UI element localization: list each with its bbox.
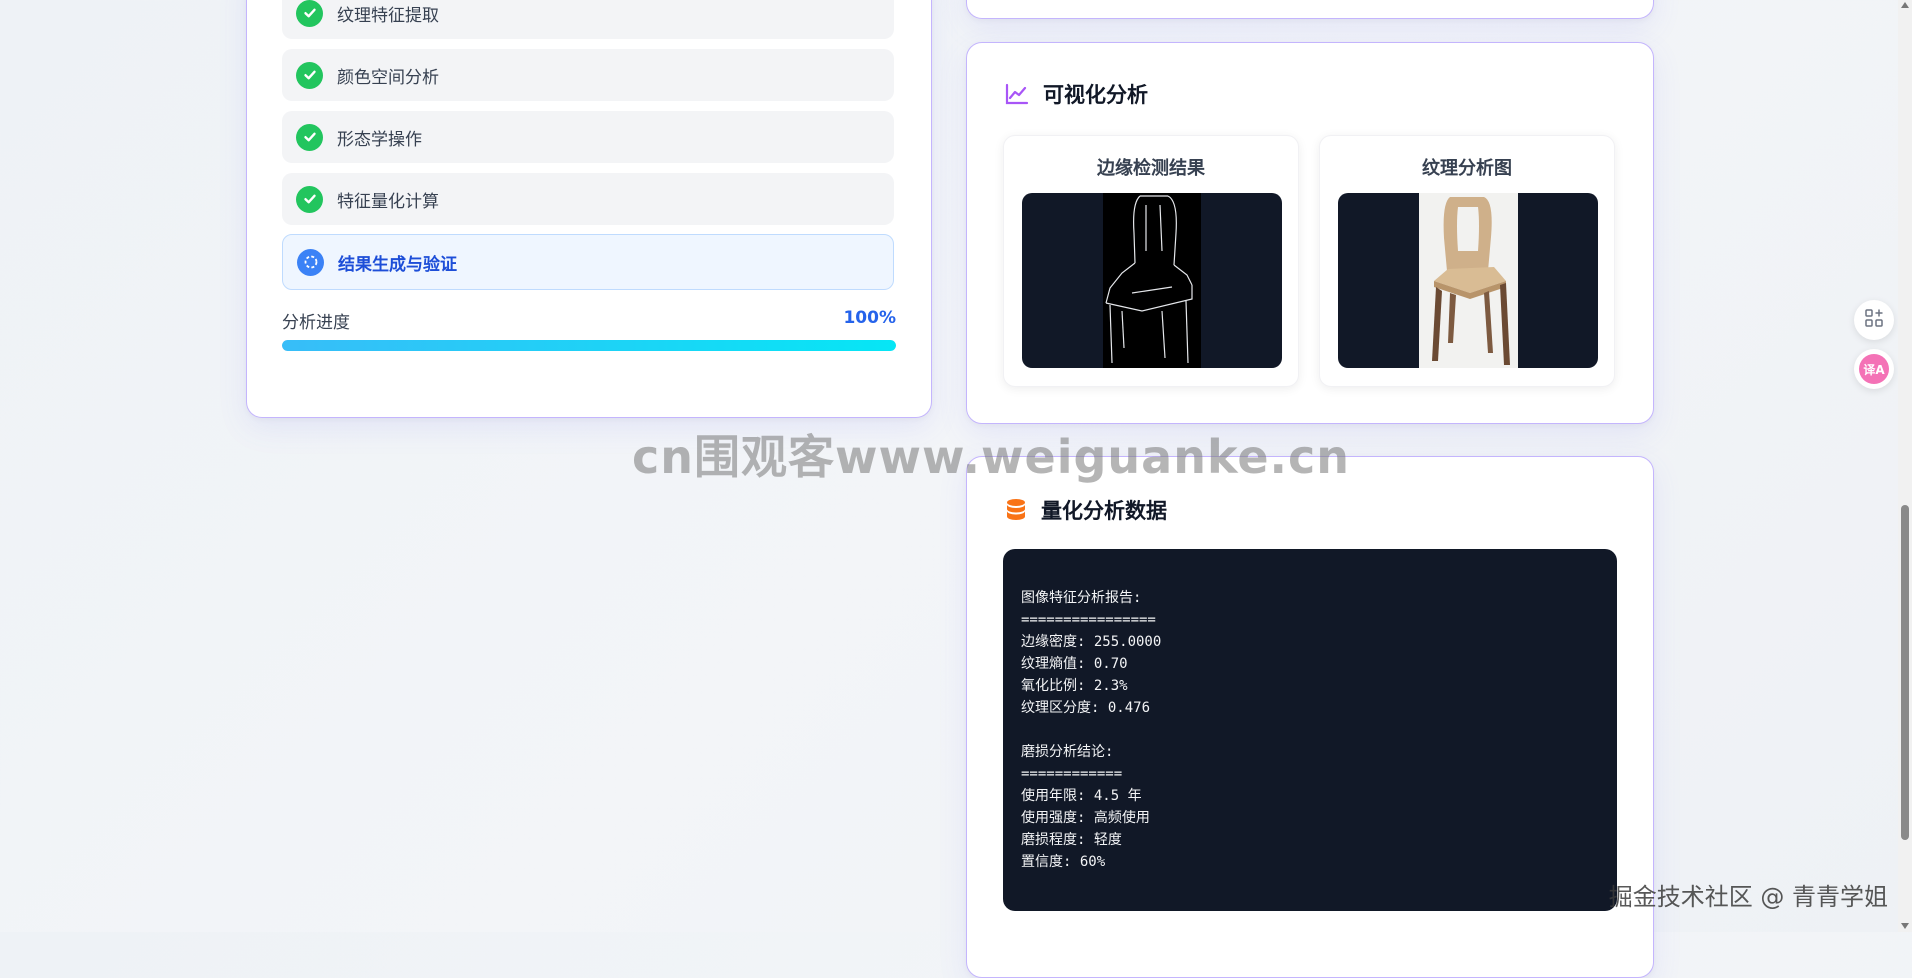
apps-add-button[interactable] bbox=[1854, 300, 1894, 340]
quant-data-card: 量化分析数据 图像特征分析报告: ================ 边缘密度: … bbox=[966, 456, 1654, 978]
watermark-text: cn围观客www.weiguanke.cn bbox=[632, 430, 1351, 484]
step-label: 特征量化计算 bbox=[337, 191, 439, 212]
progress-fill bbox=[282, 340, 896, 351]
top-partial-card bbox=[966, 0, 1654, 19]
quant-data-title: 量化分析数据 bbox=[1005, 495, 1167, 525]
step-item-texture: 纹理特征提取 bbox=[282, 0, 894, 39]
visualization-title-text: 可视化分析 bbox=[1043, 83, 1148, 107]
quant-data-title-text: 量化分析数据 bbox=[1041, 499, 1167, 523]
step-item-quantify: 特征量化计算 bbox=[282, 173, 894, 225]
edge-detection-title: 边缘检测结果 bbox=[1097, 158, 1205, 179]
loading-spinner-icon bbox=[297, 248, 324, 276]
check-circle-icon bbox=[296, 185, 323, 213]
page-scrollbar[interactable] bbox=[1898, 0, 1912, 932]
visualization-title: 可视化分析 bbox=[1005, 79, 1148, 109]
apps-add-icon bbox=[1864, 308, 1884, 332]
check-circle-icon bbox=[296, 0, 323, 27]
translate-button[interactable]: 译A bbox=[1854, 349, 1894, 389]
scroll-up-arrow-icon[interactable] bbox=[1901, 2, 1909, 8]
report-output: 图像特征分析报告: ================ 边缘密度: 255.000… bbox=[1003, 549, 1617, 911]
step-label: 结果生成与验证 bbox=[338, 254, 457, 275]
edge-detection-image[interactable] bbox=[1022, 193, 1282, 368]
analysis-steps-card: 纹理特征提取 颜色空间分析 形态学操作 特征量化计算 结果生成与验证 分析进度 … bbox=[246, 0, 932, 418]
texture-analysis-title: 纹理分析图 bbox=[1422, 158, 1512, 179]
texture-analysis-image[interactable] bbox=[1338, 193, 1598, 368]
line-chart-icon bbox=[1005, 83, 1029, 105]
step-item-color: 颜色空间分析 bbox=[282, 49, 894, 101]
step-label: 纹理特征提取 bbox=[337, 5, 439, 26]
credit-text: 掘金技术社区 @ 青青学姐 bbox=[1608, 883, 1888, 911]
texture-analysis-panel: 纹理分析图 bbox=[1319, 135, 1615, 387]
step-item-morphology: 形态学操作 bbox=[282, 111, 894, 163]
step-label: 形态学操作 bbox=[337, 129, 422, 150]
visualization-card: 可视化分析 边缘检测结果 纹理分析图 bbox=[966, 42, 1654, 424]
step-label: 颜色空间分析 bbox=[337, 67, 439, 88]
step-item-result-active: 结果生成与验证 bbox=[282, 234, 894, 290]
progress-percent: 100% bbox=[843, 308, 896, 328]
scroll-down-arrow-icon[interactable] bbox=[1901, 923, 1909, 929]
check-circle-icon bbox=[296, 61, 323, 89]
database-icon bbox=[1005, 498, 1027, 522]
translate-icon: 译A bbox=[1859, 354, 1889, 384]
progress-label: 分析进度 bbox=[282, 313, 350, 333]
scroll-thumb[interactable] bbox=[1901, 505, 1909, 840]
check-circle-icon bbox=[296, 123, 323, 151]
progress-bar bbox=[282, 340, 896, 351]
edge-detection-panel: 边缘检测结果 bbox=[1003, 135, 1299, 387]
